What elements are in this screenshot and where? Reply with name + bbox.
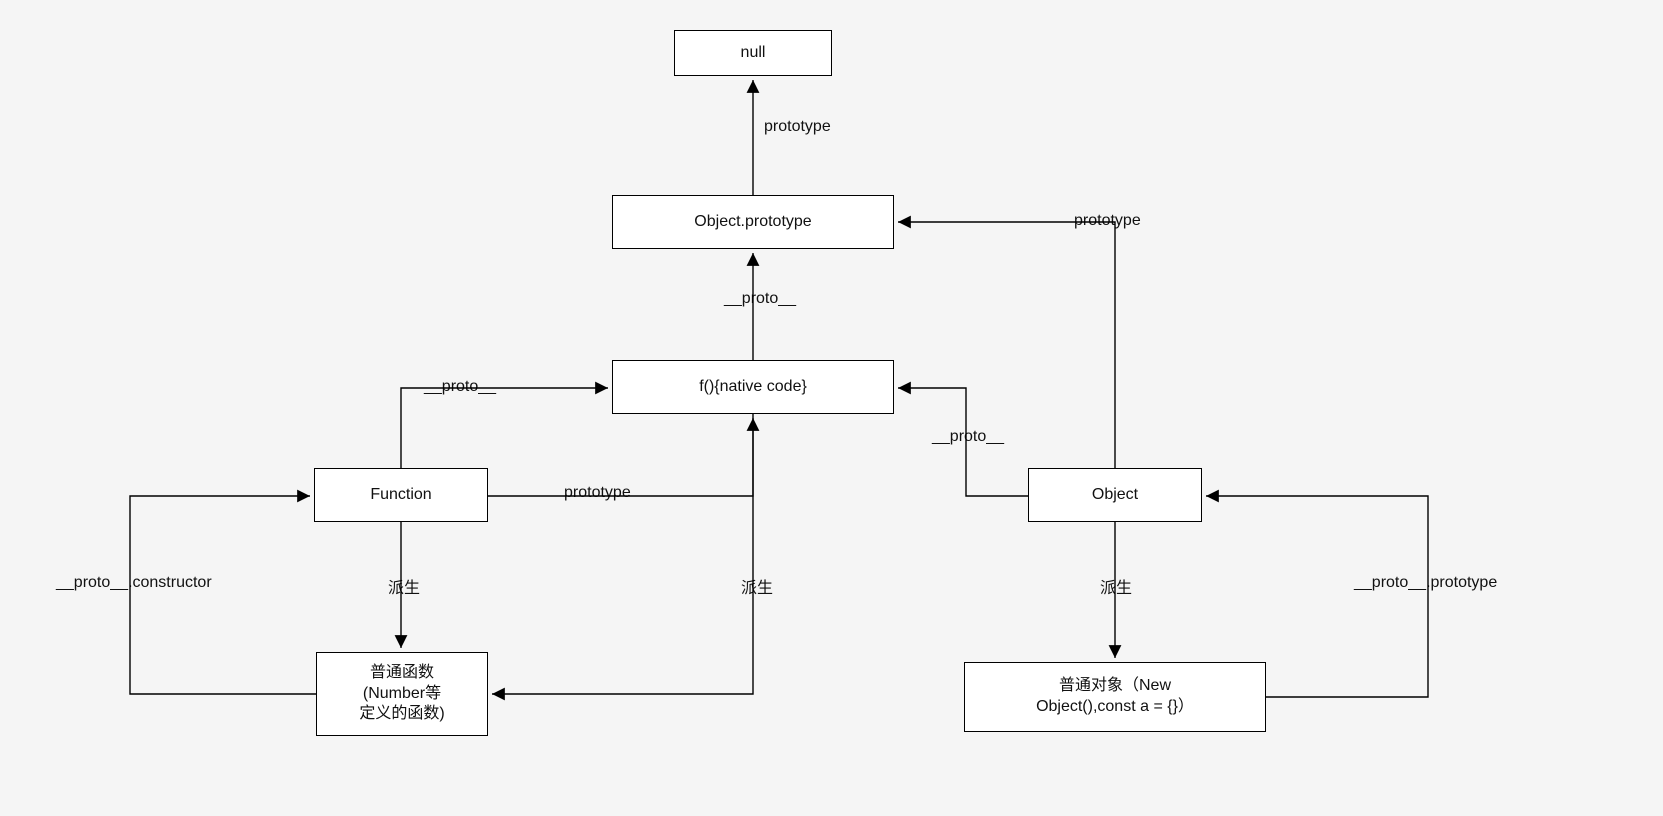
label-derive-object: 派生 [1096,574,1136,598]
node-object-text: Object [1092,485,1138,506]
plain-fn-line3: 定义的函数) [359,704,444,725]
plain-fn-line1: 普通函数 [370,663,434,684]
node-function-text: Function [370,485,431,506]
label-derive-native: 派生 [737,574,777,598]
label-object-proto-upleft: __proto__ [928,428,1008,446]
label-function-prototype: prototype [560,484,635,502]
plain-fn-line2: (Number等 [363,684,441,705]
node-object-prototype-text: Object.prototype [694,212,811,233]
label-derive-function: 派生 [384,574,424,598]
edge-plainfn-constructor [130,496,316,694]
diagram-canvas: { "nodes": { "null": { "text": "null" },… [0,0,1663,816]
label-object-prototype-top: prototype [1070,212,1145,230]
label-proto-mid: __proto__ [720,290,800,308]
plain-obj-line1: 普通对象（New [1059,676,1171,697]
edge-function-proto-to-native [401,388,608,468]
label-proto-left: __proto__ [420,378,500,396]
node-plain-object: 普通对象（New Object(),const a = {}） [964,662,1266,732]
edge-native-derive [492,414,753,694]
node-function: Function [314,468,488,522]
label-proto-constructor: __proto__.constructor [52,574,216,592]
node-object-prototype: Object.prototype [612,195,894,249]
label-prototype-top: prototype [760,118,835,136]
node-plain-function: 普通函数 (Number等 定义的函数) [316,652,488,736]
node-null: null [674,30,832,76]
node-native-function: f(){native code} [612,360,894,414]
label-proto-prototype: __proto__.prototype [1350,574,1501,592]
node-native-function-text: f(){native code} [699,377,807,398]
node-object: Object [1028,468,1202,522]
node-null-text: null [741,43,766,64]
plain-obj-line2: Object(),const a = {}） [1036,697,1194,718]
